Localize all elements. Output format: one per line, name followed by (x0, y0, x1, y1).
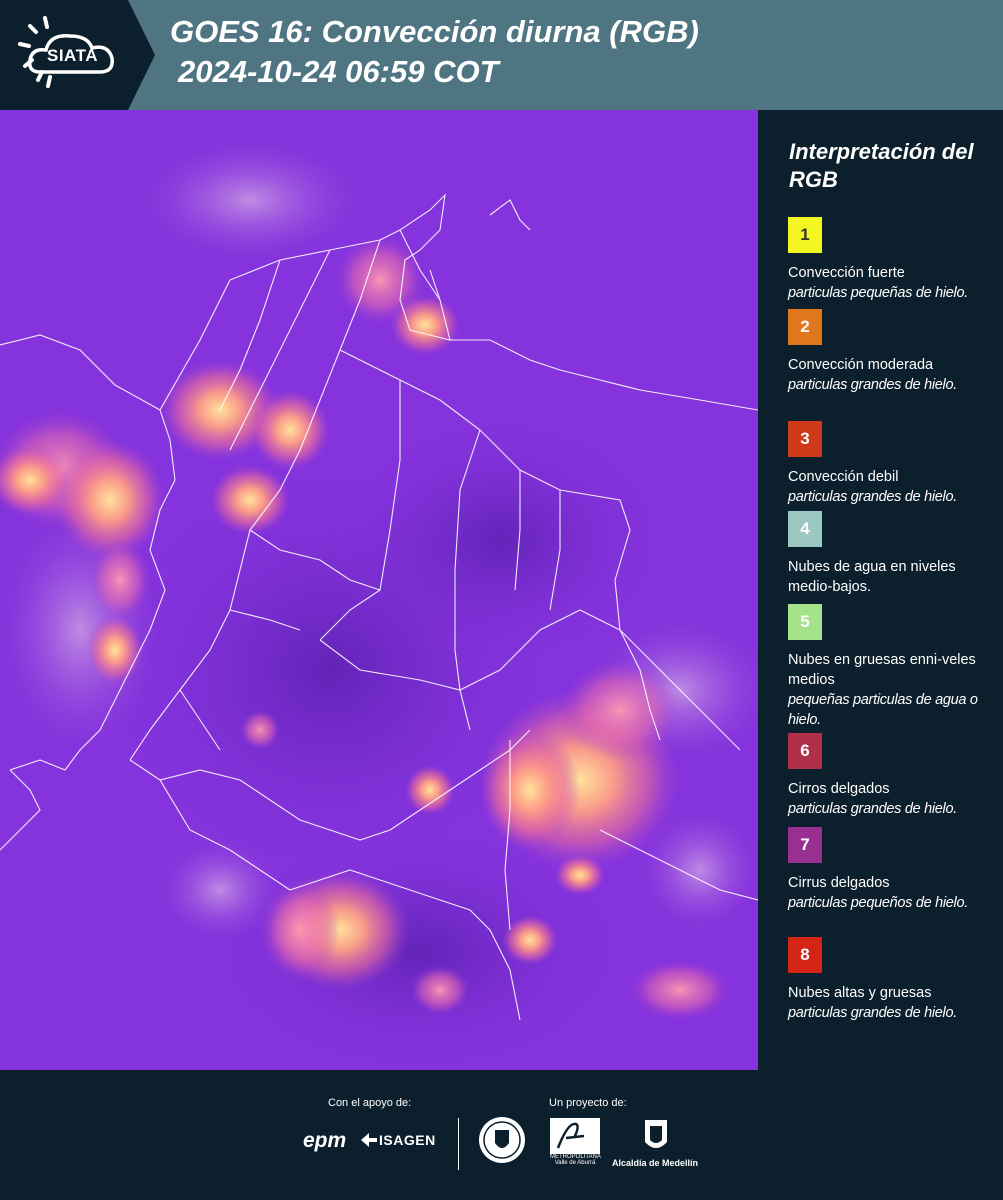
rgb-legend: Interpretación del RGB 1 Convección fuer… (760, 110, 1003, 1070)
legend-item-label: Nubes altas y gruesas (788, 985, 932, 1001)
legend-item-3: 3 Convección debil particulas grandes de… (788, 421, 998, 507)
isagen-logo[interactable]: ISAGEN (361, 1132, 436, 1148)
legend-item-1: 1 Convección fuerte particulas pequeñas … (788, 217, 998, 303)
legend-item-sub: particulas grandes de hielo. (788, 489, 957, 505)
legend-swatch: 5 (788, 604, 822, 640)
project-label: Un proyecto de: (549, 1097, 627, 1109)
government-seal-icon[interactable] (477, 1115, 527, 1170)
footer: Con el apoyo de: Un proyecto de: epm ISA… (0, 1070, 1003, 1200)
area-metropolitana-text: METROPOLITANA Valle de Aburrá (550, 1154, 601, 1166)
satellite-map[interactable] (0, 110, 760, 1070)
legend-item-label: Nubes en gruesas enni-veles medios (788, 652, 976, 688)
area-metropolitana-logo[interactable] (550, 1118, 600, 1159)
legend-item-label: Cirrus delgados (788, 875, 890, 891)
legend-item-sub: particulas grandes de hielo. (788, 801, 957, 817)
logo-text: SIATA (47, 46, 98, 65)
legend-swatch: 2 (788, 309, 822, 345)
legend-swatch: 4 (788, 511, 822, 547)
legend-item-8: 8 Nubes altas y gruesas particulas grand… (788, 937, 998, 1023)
epm-logo[interactable]: epm (303, 1129, 346, 1153)
legend-item-label: Cirros delgados (788, 781, 890, 797)
legend-item-5: 5 Nubes en gruesas enni-veles medios peq… (788, 604, 998, 730)
support-label: Con el apoyo de: (328, 1097, 412, 1109)
legend-item-label: Convección fuerte (788, 265, 905, 281)
legend-swatch: 3 (788, 421, 822, 457)
legend-item-6: 6 Cirros delgados particulas grandes de … (788, 733, 998, 819)
legend-swatch: 8 (788, 937, 822, 973)
isagen-text: ISAGEN (379, 1132, 436, 1148)
legend-title: Interpretación del RGB (789, 139, 974, 192)
rgb-convection-image (0, 110, 758, 1070)
medellin-text: Alcaldía de Medellín (612, 1158, 699, 1168)
footer-divider (458, 1118, 459, 1170)
legend-swatch: 6 (788, 733, 822, 769)
page-timestamp: 2024-10-24 06:59 COT (178, 54, 499, 89)
page-title: GOES 16: Convección diurna (RGB) (170, 14, 699, 49)
header-bar: SIATA GOES 16: Convección diurna (RGB) 2… (0, 0, 1003, 110)
legend-item-2: 2 Convección moderada particulas grandes… (788, 309, 998, 395)
legend-item-sub: particulas grandes de hielo. (788, 377, 957, 393)
legend-item-sub: pequeñas particulas de agua o hielo. (788, 692, 978, 728)
legend-item-label: Convección moderada (788, 357, 934, 373)
isagen-mark-icon (361, 1133, 377, 1147)
legend-item-label: Convección debil (788, 469, 899, 485)
legend-swatch: 7 (788, 827, 822, 863)
legend-item-7: 7 Cirrus delgados particulas pequeños de… (788, 827, 998, 913)
legend-item-4: 4 Nubes de agua en niveles medio-bajos. (788, 511, 998, 597)
legend-item-sub: particulas grandes de hielo. (788, 1005, 957, 1021)
medellin-shield-icon[interactable] (643, 1118, 669, 1161)
legend-item-label: Nubes de agua en niveles medio-bajos. (788, 559, 956, 595)
legend-item-sub: particulas pequeños de hielo. (788, 895, 968, 911)
legend-item-sub: particulas pequeñas de hielo. (788, 285, 968, 301)
legend-swatch: 1 (788, 217, 822, 253)
siata-logo[interactable]: SIATA (0, 0, 155, 110)
